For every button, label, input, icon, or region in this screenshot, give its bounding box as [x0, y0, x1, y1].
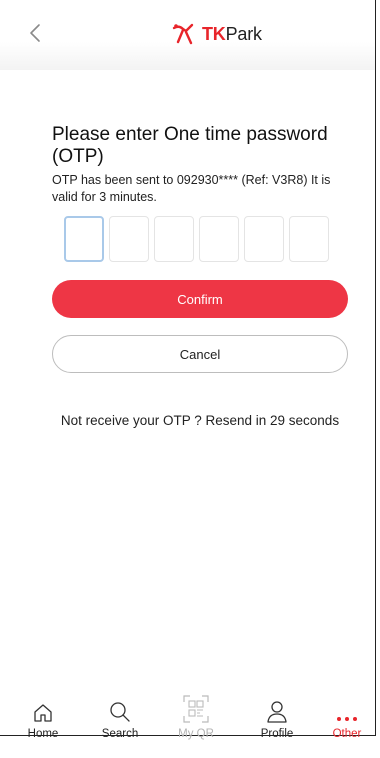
tab-other-label: Other	[332, 728, 362, 740]
otp-digit-5[interactable]	[244, 216, 284, 262]
tab-home-label: Home	[27, 728, 59, 740]
tkpark-logo-icon	[172, 23, 194, 45]
otp-digit-6[interactable]	[289, 216, 329, 262]
bottom-tab-bar: Home Search My QR Profile Other	[0, 690, 375, 746]
brand-logo: TKPark	[170, 22, 262, 46]
qr-code-icon	[183, 695, 209, 723]
tab-profile-label: Profile	[260, 728, 294, 740]
search-icon	[110, 702, 130, 722]
brand-name: TKPark	[202, 23, 262, 44]
tab-other[interactable]: Other	[317, 690, 377, 740]
otp-digit-3[interactable]	[154, 216, 194, 262]
tab-profile[interactable]: Profile	[247, 690, 307, 740]
otp-input-group	[64, 216, 329, 262]
tab-search-label: Search	[101, 728, 139, 740]
otp-digit-1[interactable]	[64, 216, 104, 262]
otp-digit-2[interactable]	[109, 216, 149, 262]
tab-my-qr[interactable]: My QR	[166, 690, 226, 740]
tab-home[interactable]: Home	[13, 690, 73, 740]
otp-sent-message: OTP has been sent to 092930**** (Ref: V3…	[52, 173, 331, 204]
confirm-button[interactable]: Confirm	[52, 280, 348, 318]
chevron-left-icon	[30, 24, 40, 42]
otp-digit-4[interactable]	[199, 216, 239, 262]
back-button[interactable]	[26, 22, 46, 44]
more-dots-icon	[337, 717, 357, 721]
home-icon	[34, 704, 52, 722]
page-title: Please enter One time password (OTP)	[52, 124, 328, 167]
tab-search[interactable]: Search	[90, 690, 150, 740]
app-header: TKPark	[0, 0, 375, 70]
profile-icon	[267, 701, 287, 723]
tab-my-qr-label: My QR	[178, 728, 214, 740]
cancel-button[interactable]: Cancel	[52, 335, 348, 373]
resend-countdown: Not receive your OTP ? Resend in 29 seco…	[60, 413, 340, 428]
